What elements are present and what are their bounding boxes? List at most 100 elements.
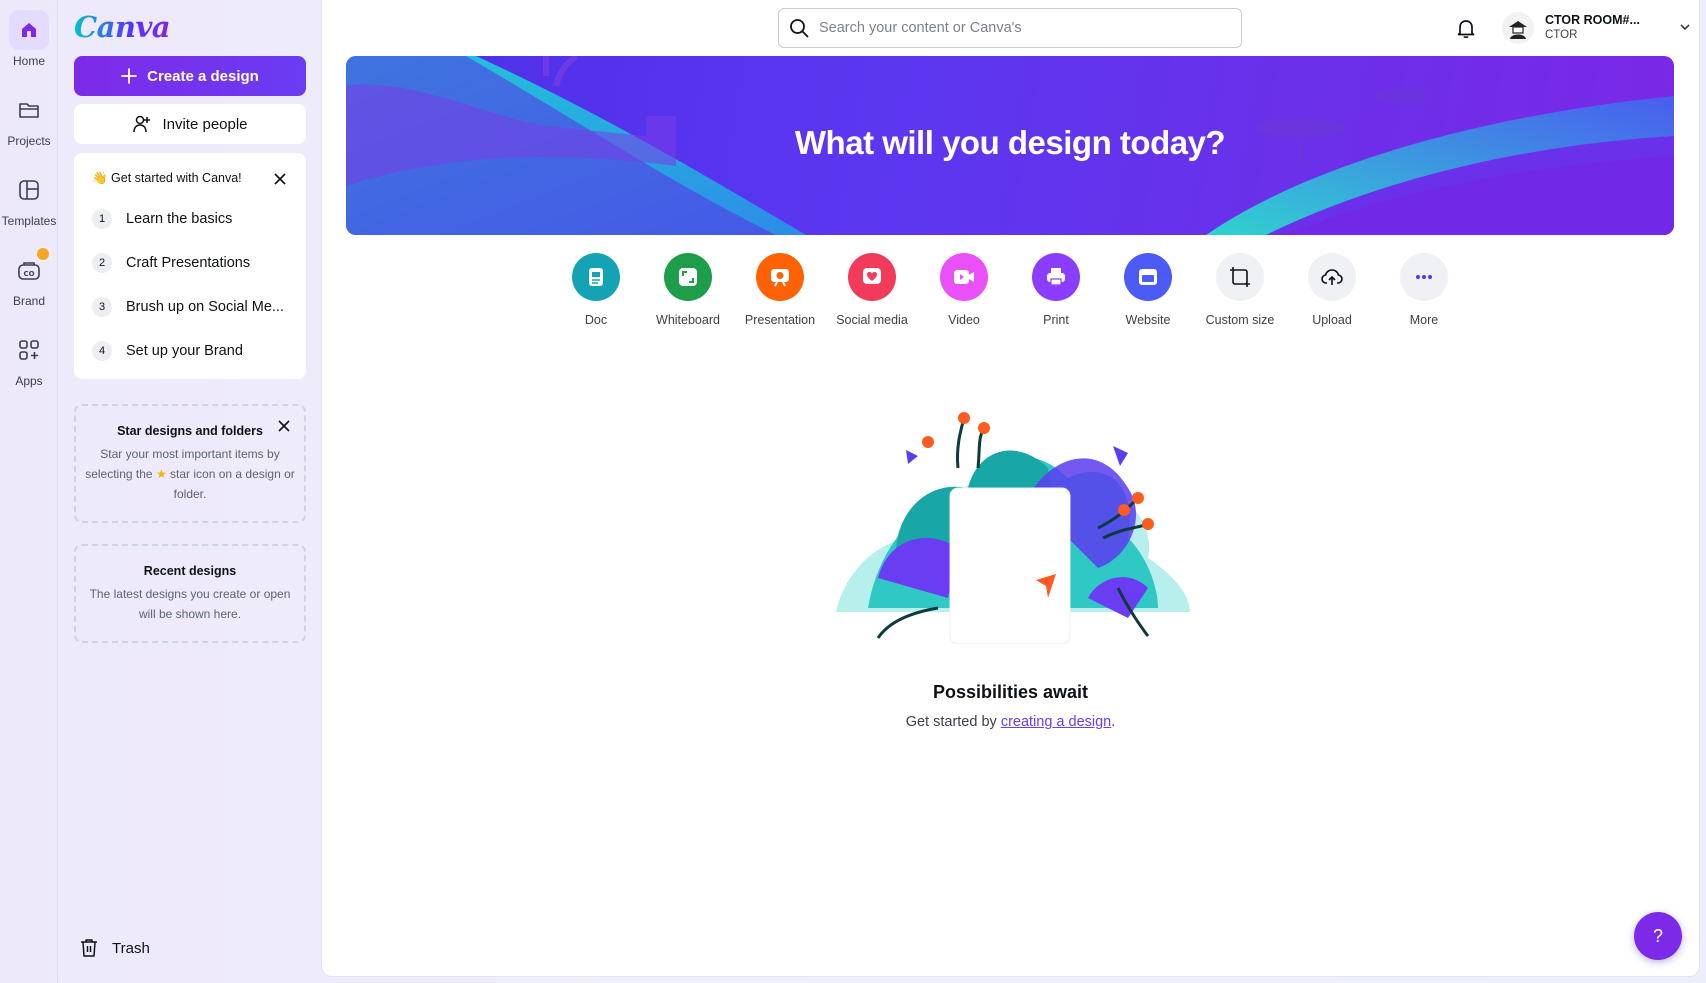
quick-create-label: More: [1409, 313, 1439, 327]
quick-create-label: Upload: [1312, 313, 1352, 327]
search-input[interactable]: [819, 20, 1241, 36]
get-started-card: 👋 Get started with Canva! 1 Learn the ba…: [74, 153, 306, 379]
rail-item-home[interactable]: Home: [0, 10, 58, 80]
svg-text:CO: CO: [23, 270, 34, 278]
print-icon: [1032, 253, 1080, 301]
star-card-desc-end: star icon on a design or folder.: [170, 467, 295, 501]
quick-create-upload[interactable]: Upload: [1286, 253, 1378, 327]
quick-create-social-media[interactable]: Social media: [826, 253, 918, 327]
account-menu[interactable]: CTOR ROOM#... CTOR: [1502, 12, 1692, 44]
recent-card-desc: The latest designs you create or open wi…: [89, 587, 291, 621]
step-number: 2: [92, 253, 112, 273]
social-media-icon: [848, 253, 896, 301]
search-icon: [790, 19, 809, 38]
canva-logo[interactable]: Canva: [74, 10, 171, 44]
avatar: [1502, 12, 1534, 44]
rail-item-projects[interactable]: Projects: [0, 90, 58, 160]
account-name: CTOR ROOM#...: [1545, 13, 1640, 27]
rail-label: Apps: [15, 374, 43, 388]
custom-size-icon: [1216, 253, 1264, 301]
side-panel: Canva Create a design Invite people 👋 Ge…: [74, 0, 306, 983]
help-button[interactable]: ?: [1634, 912, 1682, 960]
quick-create-print[interactable]: Print: [1010, 253, 1102, 327]
star-card-title: Star designs and folders: [117, 424, 263, 438]
quick-create-doc[interactable]: Doc: [550, 253, 642, 327]
trash-label: Trash: [112, 939, 150, 957]
presentation-icon: [756, 253, 804, 301]
rail-item-brand[interactable]: CO Brand: [0, 246, 58, 320]
account-org: CTOR: [1545, 29, 1578, 41]
get-started-step[interactable]: 1 Learn the basics: [92, 206, 302, 232]
create-design-button[interactable]: Create a design: [74, 56, 306, 96]
create-design-label: Create a design: [147, 67, 259, 85]
rail-label: Brand: [12, 294, 46, 308]
notifications-bell-icon[interactable]: [1454, 16, 1478, 40]
add-user-icon: [133, 115, 151, 133]
account-info: CTOR ROOM#... CTOR: [1545, 13, 1640, 43]
step-label: Craft Presentations: [126, 255, 251, 271]
close-icon[interactable]: [272, 171, 288, 187]
trash-icon: [81, 939, 97, 957]
folder-icon: [9, 90, 49, 130]
upload-icon: [1308, 253, 1356, 301]
rail-label: Templates: [1, 214, 57, 228]
star-card-desc: Star your most important items by select…: [82, 444, 298, 504]
empty-state-illustration: [836, 412, 1190, 644]
empty-state-description: Get started by creating a design.: [322, 714, 1699, 730]
get-started-step[interactable]: 2 Craft Presentations: [92, 250, 302, 276]
more-icon: [1400, 253, 1448, 301]
quick-create-more[interactable]: More: [1378, 253, 1470, 327]
quick-create-label: Video: [948, 313, 980, 327]
quick-create-custom-size[interactable]: Custom size: [1194, 253, 1286, 327]
rail-label: Home: [12, 54, 45, 68]
close-icon[interactable]: [276, 418, 292, 434]
step-number: 4: [92, 341, 112, 361]
get-started-title: 👋 Get started with Canva!: [92, 171, 242, 185]
rail-item-apps[interactable]: Apps: [0, 330, 58, 400]
trash-button[interactable]: Trash: [80, 936, 150, 960]
rail-label: Projects: [7, 134, 51, 148]
video-icon: [940, 253, 988, 301]
recent-card-title: Recent designs: [143, 564, 237, 578]
invite-people-button[interactable]: Invite people: [74, 104, 306, 144]
website-icon: [1124, 253, 1172, 301]
chevron-down-icon: [1680, 24, 1690, 31]
hero-title: What will you design today?: [794, 124, 1226, 161]
search-bar[interactable]: [778, 8, 1242, 48]
quick-create-label: Whiteboard: [656, 313, 720, 327]
plus-icon: [121, 68, 138, 84]
star-designs-card: Star designs and folders Star your most …: [74, 404, 306, 523]
quick-create-label: Doc: [584, 313, 608, 327]
quick-create-label: Social media: [836, 313, 908, 327]
invite-people-label: Invite people: [162, 115, 248, 133]
rail-item-templates[interactable]: Templates: [0, 170, 58, 240]
step-number: 1: [92, 209, 112, 229]
crown-icon: [35, 246, 51, 262]
step-label: Learn the basics: [126, 211, 233, 227]
quick-create-website[interactable]: Website: [1102, 253, 1194, 327]
step-label: Set up your Brand: [126, 343, 243, 359]
quick-create-label: Presentation: [744, 313, 816, 327]
empty-state-prefix: Get started by: [905, 714, 1001, 730]
main-content: CTOR ROOM#... CTOR: [322, 0, 1699, 976]
quick-create-video[interactable]: Video: [918, 253, 1010, 327]
create-design-link[interactable]: creating a design: [1001, 714, 1111, 730]
quick-create-label: Website: [1125, 313, 1171, 327]
empty-state-title: Possibilities await: [932, 682, 1089, 702]
quick-create-label: Custom size: [1205, 313, 1275, 327]
whiteboard-icon: [664, 253, 712, 301]
quick-create-label: Print: [1043, 313, 1069, 327]
brand-icon: CO: [9, 246, 51, 290]
empty-state-suffix: .: [1111, 714, 1116, 730]
get-started-step[interactable]: 3 Brush up on Social Me...: [92, 294, 302, 320]
hero-banner: What will you design today?: [346, 56, 1674, 235]
apps-icon: [9, 330, 49, 370]
recent-designs-card: Recent designs The latest designs you cr…: [74, 544, 306, 643]
home-icon: [9, 10, 49, 50]
quick-create-presentation[interactable]: Presentation: [734, 253, 826, 327]
step-number: 3: [92, 297, 112, 317]
doc-icon: [572, 253, 620, 301]
get-started-step[interactable]: 4 Set up your Brand: [92, 338, 302, 364]
quick-create-whiteboard[interactable]: Whiteboard: [642, 253, 734, 327]
step-label: Brush up on Social Me...: [126, 299, 284, 315]
